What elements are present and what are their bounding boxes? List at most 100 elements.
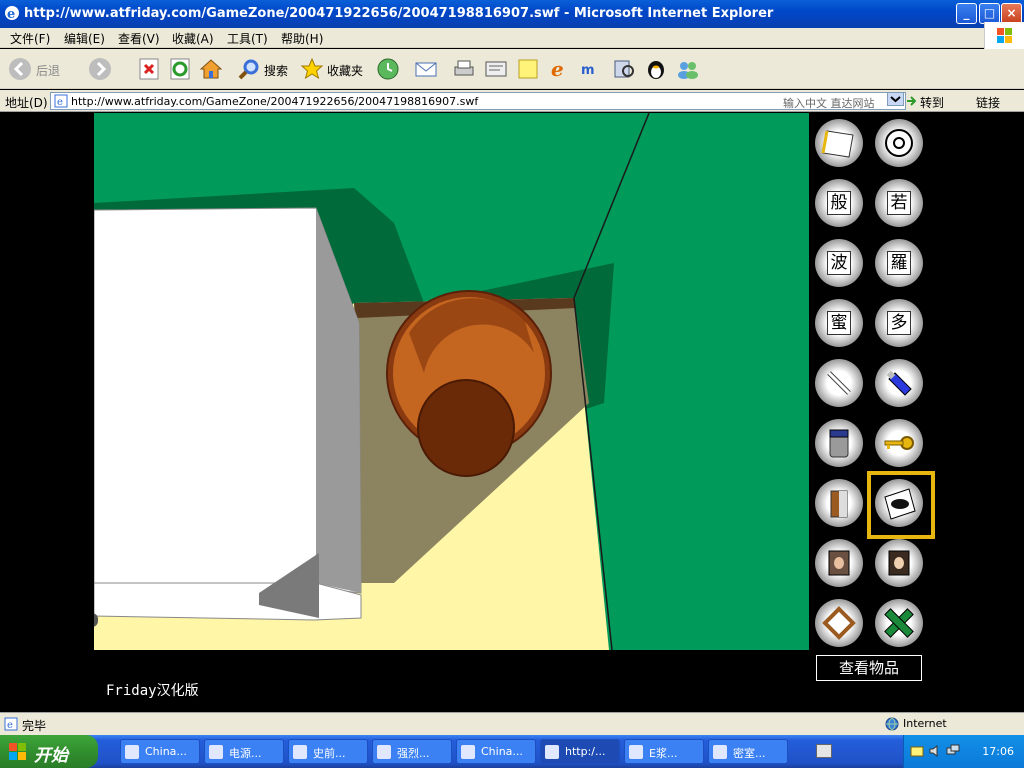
inventory-cup[interactable]	[815, 479, 863, 527]
mail-tray-icon[interactable]	[910, 744, 924, 758]
network-icon[interactable]	[946, 744, 960, 758]
menu-favorites[interactable]: 收藏(A)	[172, 30, 214, 47]
ie-icon	[293, 745, 307, 759]
char-tile: 若	[887, 191, 911, 215]
address-url: http://www.atfriday.com/GameZone/2004719…	[71, 95, 479, 108]
view-items-button[interactable]: 查看物品	[816, 655, 922, 681]
chevron-down-icon	[890, 96, 901, 103]
research-icon[interactable]	[612, 57, 636, 81]
svg-text:e: e	[7, 7, 15, 21]
key-icon	[884, 436, 914, 450]
inkblot-paper-icon	[884, 488, 916, 520]
taskbar: 开始 China... 电源... 史前... 强烈... China... h…	[0, 735, 1024, 768]
inventory-char-6[interactable]: 多	[875, 299, 923, 347]
menu-file[interactable]: 文件(F)	[10, 30, 50, 47]
inventory-stick[interactable]	[815, 359, 863, 407]
forward-icon[interactable]	[88, 57, 112, 81]
frame-icon	[822, 606, 856, 640]
refresh-icon[interactable]	[168, 57, 192, 81]
task-button[interactable]: 强烈...	[372, 739, 452, 764]
task-label: China...	[481, 745, 523, 758]
mail-icon[interactable]	[414, 57, 438, 81]
inventory-frame[interactable]	[815, 599, 863, 647]
clock[interactable]: 17:06	[982, 745, 1014, 758]
task-label: http:/...	[565, 745, 606, 758]
inventory-char-3[interactable]: 波	[815, 239, 863, 287]
home-icon[interactable]	[199, 57, 223, 81]
address-dropdown-button[interactable]	[887, 92, 904, 106]
search-icon[interactable]	[237, 57, 261, 81]
inventory-paper[interactable]	[815, 119, 863, 167]
task-button[interactable]: China...	[456, 739, 536, 764]
go-arrow-icon[interactable]	[906, 95, 916, 107]
security-zone: Internet	[903, 717, 947, 730]
char-tile: 羅	[887, 251, 911, 275]
qq-penguin-icon[interactable]	[644, 57, 668, 81]
inventory-inkblot-selected[interactable]	[867, 471, 935, 539]
inventory-char-2[interactable]: 若	[875, 179, 923, 227]
menu-view[interactable]: 查看(V)	[118, 30, 160, 47]
start-button[interactable]: 开始	[0, 735, 98, 768]
start-label: 开始	[34, 746, 68, 766]
char-tile: 多	[887, 311, 911, 335]
favorites-label[interactable]: 收藏夹	[327, 62, 363, 79]
links-button[interactable]: 链接	[976, 94, 1000, 111]
messenger-icon[interactable]: m	[580, 57, 604, 81]
menu-help[interactable]: 帮助(H)	[281, 30, 323, 47]
keyboard-icon[interactable]	[816, 744, 832, 758]
note-icon[interactable]	[516, 57, 540, 81]
print-icon[interactable]	[452, 57, 476, 81]
go-button[interactable]: 转到	[920, 94, 944, 111]
task-label: 密室...	[733, 747, 766, 760]
game-scene[interactable]	[94, 113, 809, 650]
task-button[interactable]: China...	[120, 739, 200, 764]
address-input[interactable]: e http://www.atfriday.com/GameZone/20047…	[50, 92, 906, 110]
menu-edit[interactable]: 编辑(E)	[64, 30, 105, 47]
char-tile: 般	[827, 191, 851, 215]
task-label: China...	[145, 745, 187, 758]
close-button[interactable]: ×	[1001, 3, 1022, 24]
toolbar: 后退 搜索 收藏夹 e m	[0, 49, 1024, 89]
edit-icon[interactable]	[484, 57, 508, 81]
lighter-icon	[886, 370, 912, 396]
speaker-icon[interactable]	[928, 744, 942, 758]
inventory-jar[interactable]	[815, 419, 863, 467]
search-label[interactable]: 搜索	[264, 62, 288, 79]
cup-icon	[830, 490, 848, 518]
system-tray: 17:06	[903, 735, 1024, 768]
back-label[interactable]: 后退	[36, 62, 60, 79]
inventory-photo-man[interactable]	[815, 539, 863, 587]
inventory-key[interactable]	[875, 419, 923, 467]
inventory-photo-woman[interactable]	[875, 539, 923, 587]
msn-buddies-icon[interactable]	[676, 57, 700, 81]
char-tile: 波	[827, 251, 851, 275]
history-icon[interactable]	[376, 57, 400, 81]
maximize-button[interactable]: □	[979, 3, 1000, 24]
minimize-button[interactable]: _	[956, 3, 977, 24]
task-button[interactable]: 电源...	[204, 739, 284, 764]
page-done-icon: e	[4, 717, 18, 731]
status-text: 完毕	[22, 719, 47, 733]
ie-icon	[545, 745, 559, 759]
task-button-active[interactable]: http:/...	[540, 739, 620, 764]
back-icon[interactable]	[8, 57, 32, 81]
ie-icon	[377, 745, 391, 759]
ie-icon	[209, 745, 223, 759]
ie-icon	[629, 745, 643, 759]
favorites-star-icon[interactable]	[300, 57, 324, 81]
menu-tools[interactable]: 工具(T)	[227, 30, 268, 47]
inventory-lighter[interactable]	[875, 359, 923, 407]
task-button[interactable]: 史前...	[288, 739, 368, 764]
globe-icon	[885, 717, 899, 731]
inventory-char-5[interactable]: 蜜	[815, 299, 863, 347]
task-button[interactable]: E浆...	[624, 739, 704, 764]
inventory-green-cross[interactable]	[875, 599, 923, 647]
task-button[interactable]: 密室...	[708, 739, 788, 764]
inventory-char-4[interactable]: 羅	[875, 239, 923, 287]
ie-e-icon[interactable]: e	[548, 57, 572, 81]
ie-icon: e	[5, 6, 19, 21]
stop-icon[interactable]	[137, 57, 161, 81]
inventory-cd[interactable]	[875, 119, 923, 167]
svg-text:m: m	[581, 63, 595, 78]
inventory-char-1[interactable]: 般	[815, 179, 863, 227]
